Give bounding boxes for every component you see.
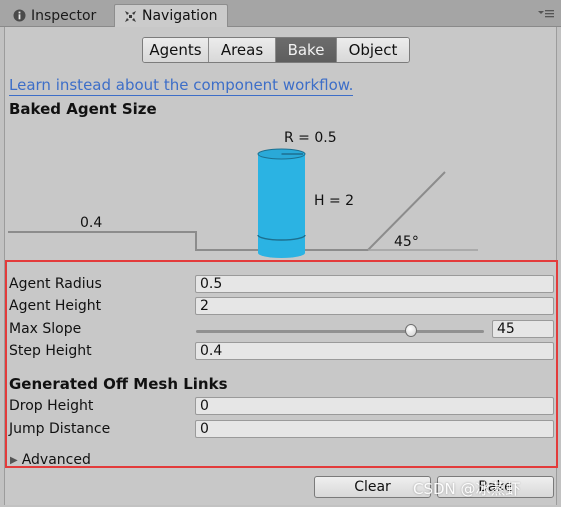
agent-radius-row: Agent Radius xyxy=(9,274,102,294)
component-workflow-link[interactable]: Learn instead about the component workfl… xyxy=(9,76,354,96)
segment-bake[interactable]: Bake xyxy=(276,38,337,62)
jump-distance-field[interactable]: 0 xyxy=(195,420,554,438)
agent-cylinder xyxy=(257,148,306,258)
advanced-foldout[interactable]: ▶ Advanced xyxy=(10,452,91,468)
foldout-arrow-icon: ▶ xyxy=(10,454,18,466)
max-slope-field[interactable]: 45 xyxy=(492,320,554,338)
drop-height-field[interactable]: 0 xyxy=(195,397,554,415)
navigation-icon xyxy=(123,9,137,23)
info-icon xyxy=(12,9,26,23)
tab-inspector-label: Inspector xyxy=(31,7,97,24)
segment-agents[interactable]: Agents xyxy=(143,38,209,62)
step-height-field[interactable]: 0.4 xyxy=(195,342,554,360)
step-height-row: Step Height xyxy=(9,341,92,361)
max-slope-slider-track[interactable] xyxy=(196,330,484,333)
max-slope-label: Max Slope xyxy=(9,321,82,337)
ground-outline xyxy=(8,171,446,251)
tab-navigation-label: Navigation xyxy=(142,8,218,24)
watermark: CSDN @冰蒸虾 xyxy=(413,480,521,498)
agent-size-diagram: R = 0.5 H = 2 0.4 45° xyxy=(8,130,478,258)
segment-areas[interactable]: Areas xyxy=(209,38,276,62)
step-height-label: Step Height xyxy=(9,343,92,359)
agent-radius-label: Agent Radius xyxy=(9,276,102,292)
agent-height-label: Agent Height xyxy=(9,298,102,314)
jump-distance-row: Jump Distance xyxy=(9,419,110,439)
tab-bar: Inspector Navigation xyxy=(0,0,561,27)
drop-height-row: Drop Height xyxy=(9,396,93,416)
off-mesh-links-title: Generated Off Mesh Links xyxy=(9,375,228,393)
max-slope-slider-thumb[interactable] xyxy=(405,324,417,337)
mode-segmented-control: Agents Areas Bake Object xyxy=(142,37,410,63)
radius-label: R = 0.5 xyxy=(284,130,337,146)
advanced-label: Advanced xyxy=(21,452,91,468)
tab-inspector[interactable]: Inspector xyxy=(4,4,110,27)
jump-distance-label: Jump Distance xyxy=(9,421,111,437)
tab-navigation[interactable]: Navigation xyxy=(114,4,228,27)
agent-height-field[interactable]: 2 xyxy=(195,297,554,315)
height-label: H = 2 xyxy=(314,193,354,209)
max-slope-row: Max Slope xyxy=(9,319,81,339)
slope-label: 45° xyxy=(394,234,419,250)
baked-agent-size-title: Baked Agent Size xyxy=(9,100,157,118)
agent-radius-field[interactable]: 0.5 xyxy=(195,275,554,293)
step-label: 0.4 xyxy=(80,215,102,231)
agent-height-row: Agent Height xyxy=(9,296,101,316)
tab-menu-icon[interactable] xyxy=(537,8,555,20)
segment-object[interactable]: Object xyxy=(337,38,409,62)
drop-height-label: Drop Height xyxy=(9,398,94,414)
